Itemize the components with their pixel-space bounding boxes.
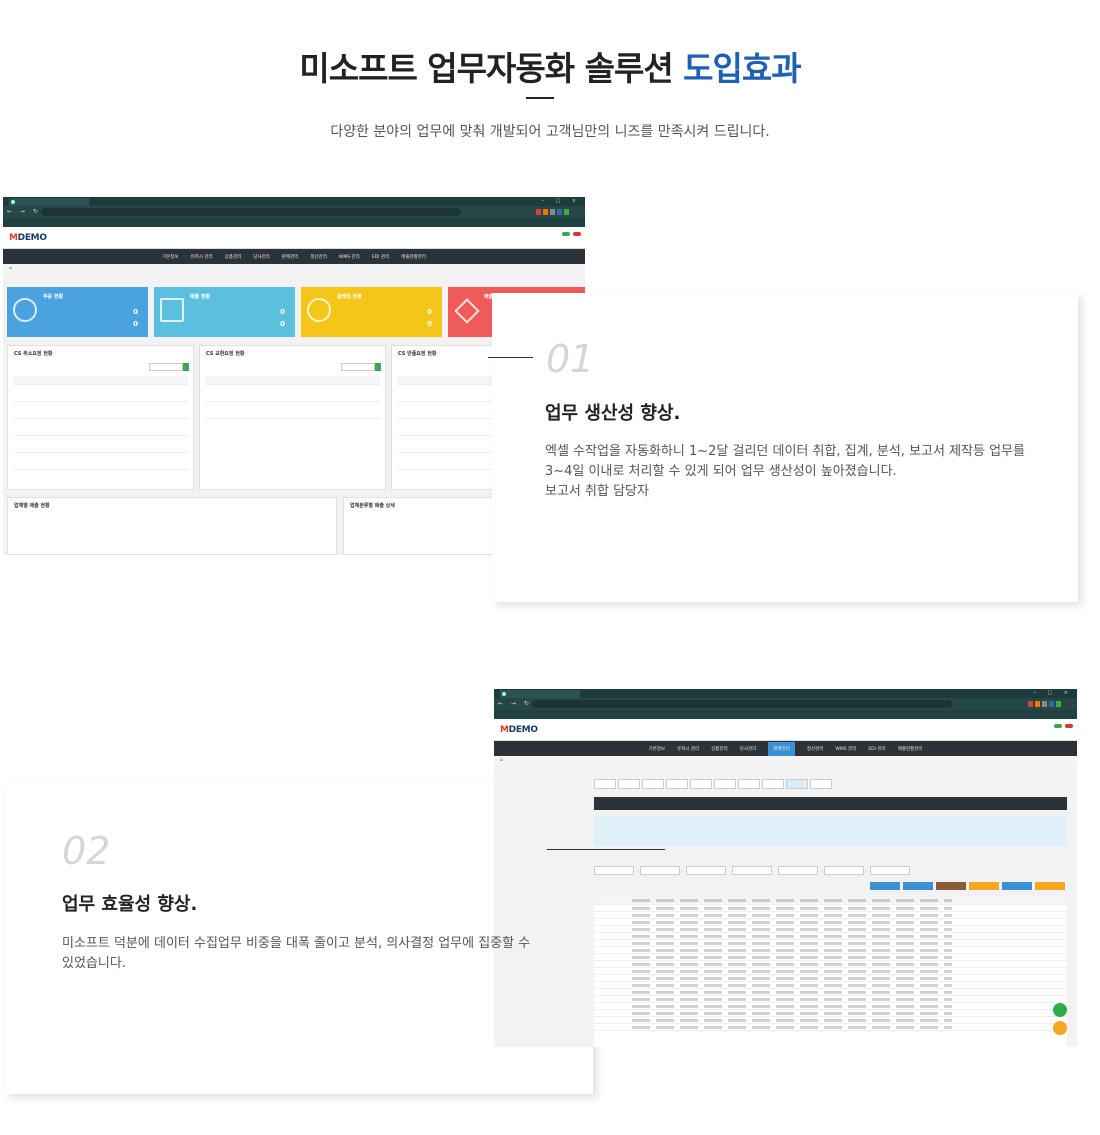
header-red-button — [573, 232, 581, 236]
app-nav-menu: 기본정보 유피시 관리 상품관리 당사관리 판매관리 정산관리 WMS 관리 E… — [494, 741, 1077, 756]
breadcrumb: ⌂ — [3, 264, 585, 274]
nav-item: 유피시 관리 — [677, 746, 700, 752]
title-divider — [526, 97, 554, 99]
window-controls: – □ × — [541, 198, 581, 204]
nav-item: 당사관리 — [253, 254, 270, 260]
browser-tab-bar: – □ × — [3, 197, 585, 206]
extension-icons — [1028, 701, 1061, 707]
extension-icons — [536, 209, 569, 215]
group-icon — [307, 298, 331, 322]
feature-title: 업무 효율성 향상. — [62, 894, 198, 915]
claim-status-card: 클레임 현황 0 0 — [301, 287, 442, 337]
card-value: 0 — [427, 308, 432, 316]
header-buttons — [562, 232, 581, 236]
app-header: MDEMO — [3, 227, 585, 249]
card-value: 0 — [280, 320, 285, 328]
connector-line — [488, 357, 533, 358]
address-field — [532, 700, 952, 708]
nav-item: 기본정보 — [648, 746, 666, 752]
nav-item: 매출현황관리 — [401, 254, 427, 260]
bookmark-bar — [494, 710, 1077, 719]
card-value: 0 — [133, 320, 138, 328]
user-icon — [13, 298, 37, 322]
cs-cancel-panel: CS 취소요청 현황 — [7, 345, 194, 490]
feature-title: 업무 생산성 향상. — [545, 403, 681, 424]
app-logo: MDEMO — [500, 725, 538, 735]
gem-icon — [454, 298, 480, 324]
nav-item: 상품관리 — [224, 254, 242, 260]
nav-item: WMS 관리 — [338, 254, 360, 260]
nav-item: 판매관리 — [281, 254, 299, 260]
filter-row — [594, 866, 1067, 876]
nav-item: 상품관리 — [711, 746, 728, 752]
nav-item: 정산관리 — [806, 746, 824, 752]
order-list-screenshot: – □ × ← → ↻ MDEMO 기본정보 유피시 관리 상품관리 당사관리 … — [494, 689, 1077, 1047]
nav-item: 매출현황관리 — [897, 746, 923, 752]
card-value: 0 — [280, 308, 285, 316]
scroll-down-icon — [1053, 1021, 1067, 1035]
card-title: 주문 현황 — [43, 294, 64, 300]
description-line: 엑셀 수작업을 자동화하니 1~2달 걸리던 데이터 취합, 집계, 분석, 보… — [545, 444, 1025, 459]
nav-item: WMS 관리 — [835, 746, 857, 752]
nav-item: 당사관리 — [739, 746, 757, 752]
sub-tabs — [594, 779, 832, 789]
notice-box — [594, 816, 1067, 846]
nav-item: 정산관리 — [310, 254, 327, 260]
section-header-bar — [594, 797, 1067, 810]
browser-tab — [500, 690, 580, 698]
app-nav-menu: 기본정보 유피시 관리 상품관리 당사관리 판매관리 정산관리 WMS 관리 E… — [3, 249, 585, 264]
description-line: 3~4일 이내로 처리할 수 있게 되어 업무 생산성이 높아졌습니다. — [545, 464, 897, 479]
header-red-button — [1065, 724, 1073, 728]
app-header: MDEMO — [494, 719, 1077, 741]
vendor-sales-panel: 업체별 매출 현황 — [7, 497, 337, 555]
description-line: 있었습니다. — [62, 956, 126, 971]
nav-item: EDI 관리 — [371, 254, 390, 260]
feature-number: 02 — [62, 829, 111, 873]
nav-item: EDI 관리 — [868, 746, 886, 752]
app-logo: MDEMO — [9, 233, 47, 243]
header-green-button — [562, 232, 570, 236]
card-title: 매출 현황 — [190, 294, 211, 300]
panel-title: 업체별 매출 현황 — [14, 503, 50, 509]
order-grid — [594, 897, 1067, 1047]
feature-description: 미소프트 덕분에 데이터 수집업무 비중을 대폭 줄이고 분석, 의사결정 업무… — [62, 934, 562, 974]
browser-nav-icons: ← → ↻ — [498, 700, 532, 707]
feature-number: 01 — [546, 337, 595, 381]
panel-title: CS 취소요청 현황 — [14, 351, 53, 357]
nav-item-active: 판매관리 — [768, 741, 795, 756]
browser-tab — [9, 198, 89, 206]
sales-status-card: 매출 현황 0 0 — [154, 287, 295, 337]
description-line: 보고서 취합 담당자 — [545, 484, 649, 499]
page-title-accent: 도입효과 — [683, 49, 801, 88]
window-controls: – □ × — [1033, 690, 1073, 696]
cs-exchange-panel: CS 교환요청 현황 — [199, 345, 386, 490]
header-green-button — [1054, 724, 1062, 728]
panel-title: CS 교환요청 현황 — [206, 351, 245, 357]
description-line: 미소프트 덕분에 데이터 수집업무 비중을 대폭 줄이고 분석, 의사결정 업무… — [62, 936, 531, 951]
browser-url-bar: ← → ↻ — [494, 698, 1077, 710]
action-buttons — [870, 882, 1065, 890]
order-status-card: 주문 현황 0 0 — [7, 287, 148, 337]
nav-item: 유피시 관리 — [190, 254, 213, 260]
nav-item: 기본정보 — [161, 254, 179, 260]
browser-nav-icons: ← → ↻ — [7, 208, 41, 215]
page-title-main: 미소프트 업무자동화 솔루션 — [299, 49, 684, 88]
page-title: 미소프트 업무자동화 솔루션 도입효과 — [0, 42, 1100, 90]
card-value: 0 — [427, 320, 432, 328]
list-icon — [160, 298, 184, 322]
scroll-up-icon — [1053, 1003, 1067, 1017]
header-buttons — [1054, 724, 1073, 728]
connector-line — [547, 849, 665, 850]
browser-url-bar: ← → ↻ — [3, 206, 585, 218]
page-subtitle: 다양한 분야의 업무에 맞춰 개발되어 고객님만의 니즈를 만족시켜 드립니다. — [330, 124, 770, 140]
feature-description: 엑셀 수작업을 자동화하니 1~2달 걸리던 데이터 취합, 집계, 분석, 보… — [545, 442, 1065, 502]
bookmark-bar — [3, 218, 585, 227]
address-field — [41, 208, 461, 216]
card-value: 0 — [133, 308, 138, 316]
breadcrumb: ⌂ — [494, 756, 1077, 766]
card-title: 클레임 현황 — [337, 294, 362, 300]
browser-tab-bar: – □ × — [494, 689, 1077, 698]
